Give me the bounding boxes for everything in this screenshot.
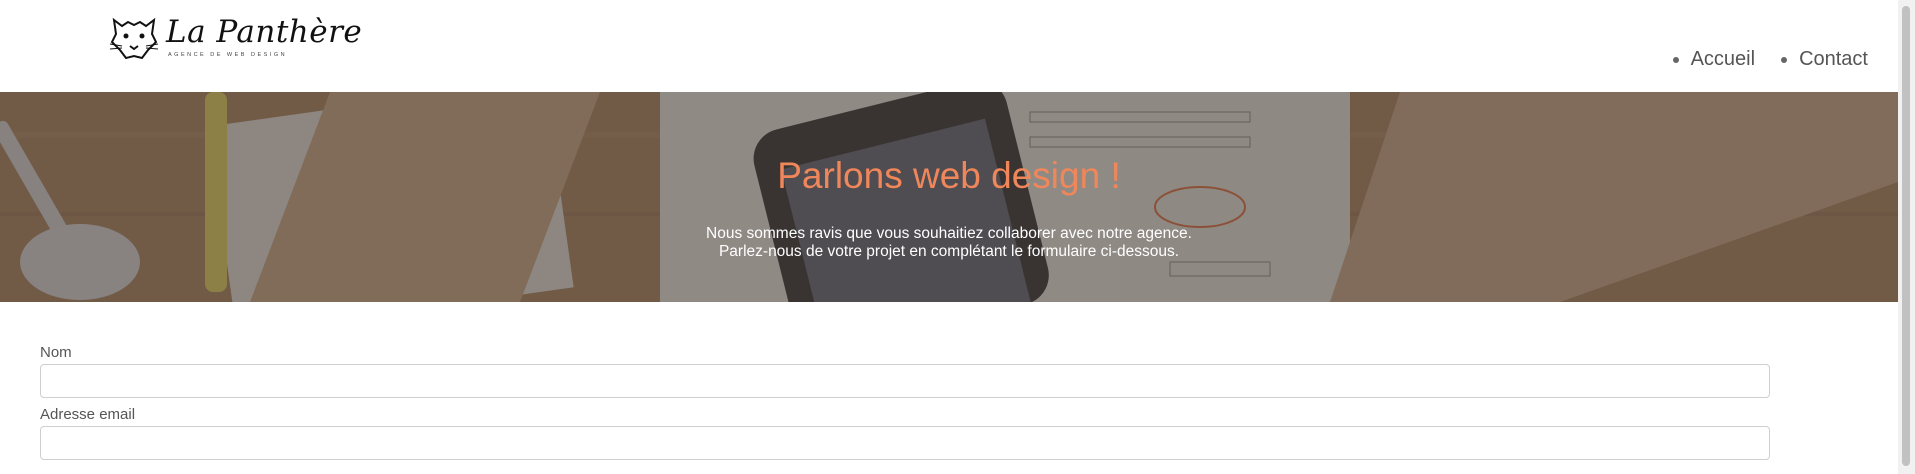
email-label: Adresse email bbox=[40, 406, 136, 423]
logo-tagline: AGENCE DE WEB DESIGN bbox=[168, 52, 288, 58]
scrollbar-thumb[interactable] bbox=[1902, 6, 1910, 466]
bullet-icon bbox=[1672, 56, 1679, 63]
logo-name: La Panthère bbox=[166, 14, 363, 50]
main-nav: Accueil Contact bbox=[1672, 48, 1868, 71]
hero-overlay bbox=[0, 92, 1898, 302]
hero-intro-line-2: Parlez-nous de votre projet en complétan… bbox=[718, 243, 1180, 260]
hero-intro-line-1: Nous sommes ravis que vous souhaitiez co… bbox=[706, 225, 1192, 242]
nav-item-contact[interactable]: Contact bbox=[1781, 48, 1868, 71]
hero-banner: Parlons web design ! Nous sommes ravis q… bbox=[0, 92, 1898, 302]
nav-label: Accueil bbox=[1690, 48, 1756, 70]
bullet-icon bbox=[1781, 56, 1788, 63]
panther-head-icon bbox=[109, 17, 159, 60]
nav-label: Contact bbox=[1799, 48, 1868, 70]
page-scrollbar[interactable] bbox=[1898, 0, 1915, 474]
email-input[interactable] bbox=[40, 426, 1770, 460]
hero-intro: Nous sommes ravis que vous souhaitiez co… bbox=[0, 225, 1898, 261]
site-header: La Panthère AGENCE DE WEB DESIGN Accueil… bbox=[0, 0, 1898, 92]
name-input[interactable] bbox=[40, 364, 1770, 398]
hero-title: Parlons web design ! bbox=[777, 155, 1121, 196]
name-label: Nom bbox=[40, 344, 72, 361]
contact-form: Nom Adresse email bbox=[40, 344, 1770, 468]
site-logo[interactable]: La Panthère AGENCE DE WEB DESIGN bbox=[108, 14, 368, 64]
nav-item-accueil[interactable]: Accueil bbox=[1672, 48, 1756, 71]
